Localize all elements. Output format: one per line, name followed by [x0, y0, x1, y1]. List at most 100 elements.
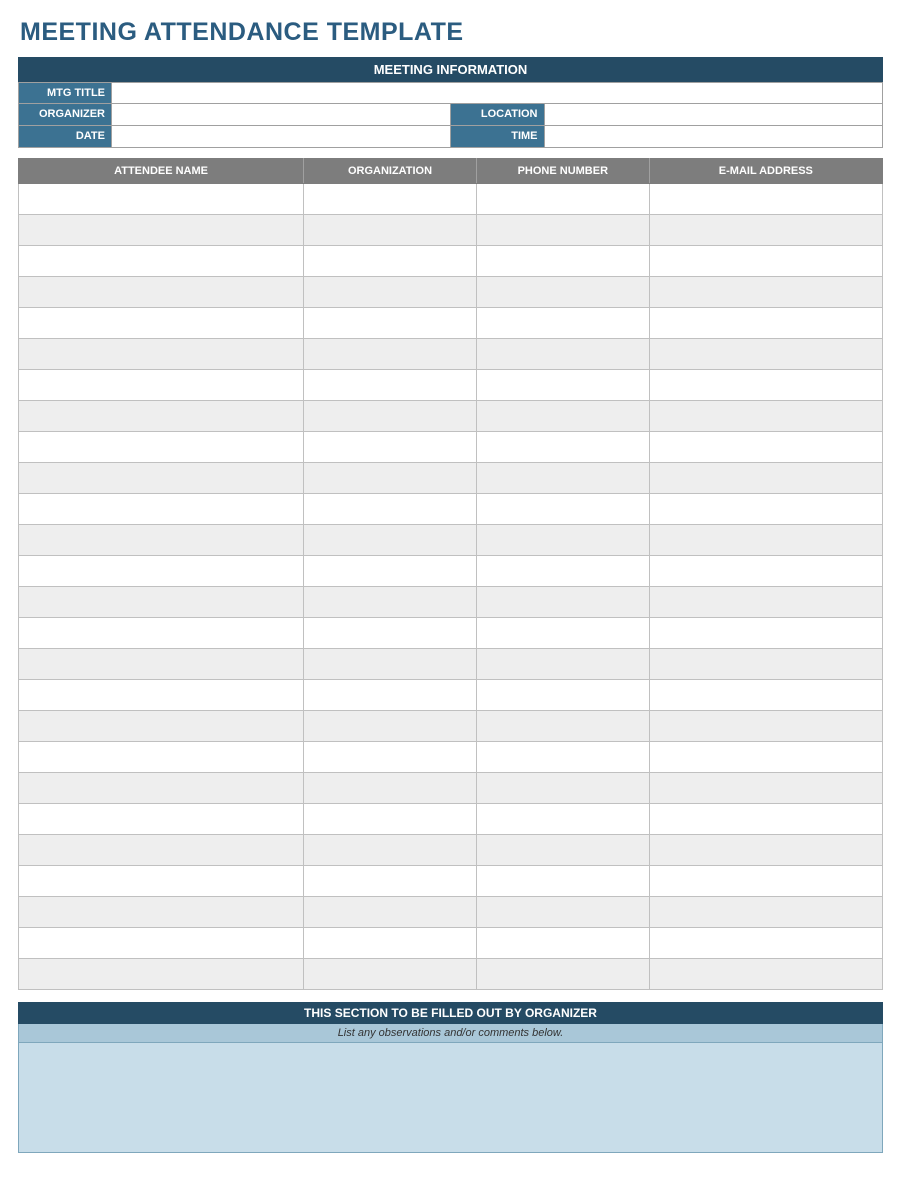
cell-email[interactable]: [649, 649, 882, 680]
cell-organization[interactable]: [304, 401, 477, 432]
cell-email[interactable]: [649, 432, 882, 463]
cell-organization[interactable]: [304, 432, 477, 463]
cell-phone[interactable]: [476, 649, 649, 680]
cell-phone[interactable]: [476, 835, 649, 866]
cell-name[interactable]: [19, 711, 304, 742]
cell-organization[interactable]: [304, 525, 477, 556]
cell-email[interactable]: [649, 184, 882, 215]
cell-phone[interactable]: [476, 897, 649, 928]
cell-organization[interactable]: [304, 649, 477, 680]
cell-phone[interactable]: [476, 339, 649, 370]
cell-name[interactable]: [19, 432, 304, 463]
cell-organization[interactable]: [304, 494, 477, 525]
cell-email[interactable]: [649, 339, 882, 370]
cell-name[interactable]: [19, 742, 304, 773]
cell-organization[interactable]: [304, 184, 477, 215]
cell-email[interactable]: [649, 215, 882, 246]
cell-phone[interactable]: [476, 773, 649, 804]
cell-organization[interactable]: [304, 308, 477, 339]
cell-phone[interactable]: [476, 742, 649, 773]
cell-organization[interactable]: [304, 277, 477, 308]
cell-organization[interactable]: [304, 556, 477, 587]
cell-organization[interactable]: [304, 928, 477, 959]
cell-name[interactable]: [19, 215, 304, 246]
field-location[interactable]: [545, 104, 884, 126]
cell-phone[interactable]: [476, 215, 649, 246]
cell-name[interactable]: [19, 277, 304, 308]
cell-email[interactable]: [649, 804, 882, 835]
cell-phone[interactable]: [476, 525, 649, 556]
cell-name[interactable]: [19, 339, 304, 370]
observations-field[interactable]: [18, 1043, 883, 1153]
cell-email[interactable]: [649, 711, 882, 742]
cell-name[interactable]: [19, 525, 304, 556]
cell-email[interactable]: [649, 525, 882, 556]
cell-name[interactable]: [19, 928, 304, 959]
cell-organization[interactable]: [304, 246, 477, 277]
cell-organization[interactable]: [304, 463, 477, 494]
cell-email[interactable]: [649, 773, 882, 804]
cell-organization[interactable]: [304, 587, 477, 618]
cell-name[interactable]: [19, 804, 304, 835]
cell-organization[interactable]: [304, 215, 477, 246]
cell-email[interactable]: [649, 866, 882, 897]
cell-email[interactable]: [649, 308, 882, 339]
cell-phone[interactable]: [476, 618, 649, 649]
cell-name[interactable]: [19, 587, 304, 618]
field-date[interactable]: [112, 126, 451, 148]
cell-name[interactable]: [19, 618, 304, 649]
cell-phone[interactable]: [476, 463, 649, 494]
cell-phone[interactable]: [476, 680, 649, 711]
cell-name[interactable]: [19, 959, 304, 990]
cell-email[interactable]: [649, 587, 882, 618]
cell-phone[interactable]: [476, 804, 649, 835]
cell-email[interactable]: [649, 556, 882, 587]
cell-email[interactable]: [649, 835, 882, 866]
cell-name[interactable]: [19, 649, 304, 680]
cell-name[interactable]: [19, 463, 304, 494]
cell-name[interactable]: [19, 370, 304, 401]
cell-email[interactable]: [649, 463, 882, 494]
cell-phone[interactable]: [476, 432, 649, 463]
cell-organization[interactable]: [304, 804, 477, 835]
cell-email[interactable]: [649, 401, 882, 432]
cell-phone[interactable]: [476, 928, 649, 959]
cell-phone[interactable]: [476, 184, 649, 215]
field-time[interactable]: [545, 126, 884, 148]
cell-name[interactable]: [19, 401, 304, 432]
field-organizer[interactable]: [112, 104, 451, 126]
cell-email[interactable]: [649, 494, 882, 525]
cell-name[interactable]: [19, 308, 304, 339]
cell-email[interactable]: [649, 618, 882, 649]
cell-organization[interactable]: [304, 742, 477, 773]
cell-organization[interactable]: [304, 339, 477, 370]
cell-name[interactable]: [19, 556, 304, 587]
cell-phone[interactable]: [476, 494, 649, 525]
cell-name[interactable]: [19, 866, 304, 897]
cell-organization[interactable]: [304, 866, 477, 897]
cell-email[interactable]: [649, 897, 882, 928]
cell-phone[interactable]: [476, 401, 649, 432]
cell-name[interactable]: [19, 680, 304, 711]
cell-phone[interactable]: [476, 370, 649, 401]
cell-email[interactable]: [649, 370, 882, 401]
cell-name[interactable]: [19, 897, 304, 928]
cell-organization[interactable]: [304, 773, 477, 804]
cell-name[interactable]: [19, 184, 304, 215]
cell-organization[interactable]: [304, 959, 477, 990]
cell-organization[interactable]: [304, 897, 477, 928]
cell-email[interactable]: [649, 680, 882, 711]
cell-phone[interactable]: [476, 308, 649, 339]
cell-email[interactable]: [649, 742, 882, 773]
cell-phone[interactable]: [476, 866, 649, 897]
cell-name[interactable]: [19, 494, 304, 525]
cell-phone[interactable]: [476, 711, 649, 742]
cell-name[interactable]: [19, 835, 304, 866]
cell-email[interactable]: [649, 959, 882, 990]
cell-email[interactable]: [649, 928, 882, 959]
cell-phone[interactable]: [476, 277, 649, 308]
cell-phone[interactable]: [476, 246, 649, 277]
cell-organization[interactable]: [304, 711, 477, 742]
cell-name[interactable]: [19, 246, 304, 277]
cell-phone[interactable]: [476, 959, 649, 990]
